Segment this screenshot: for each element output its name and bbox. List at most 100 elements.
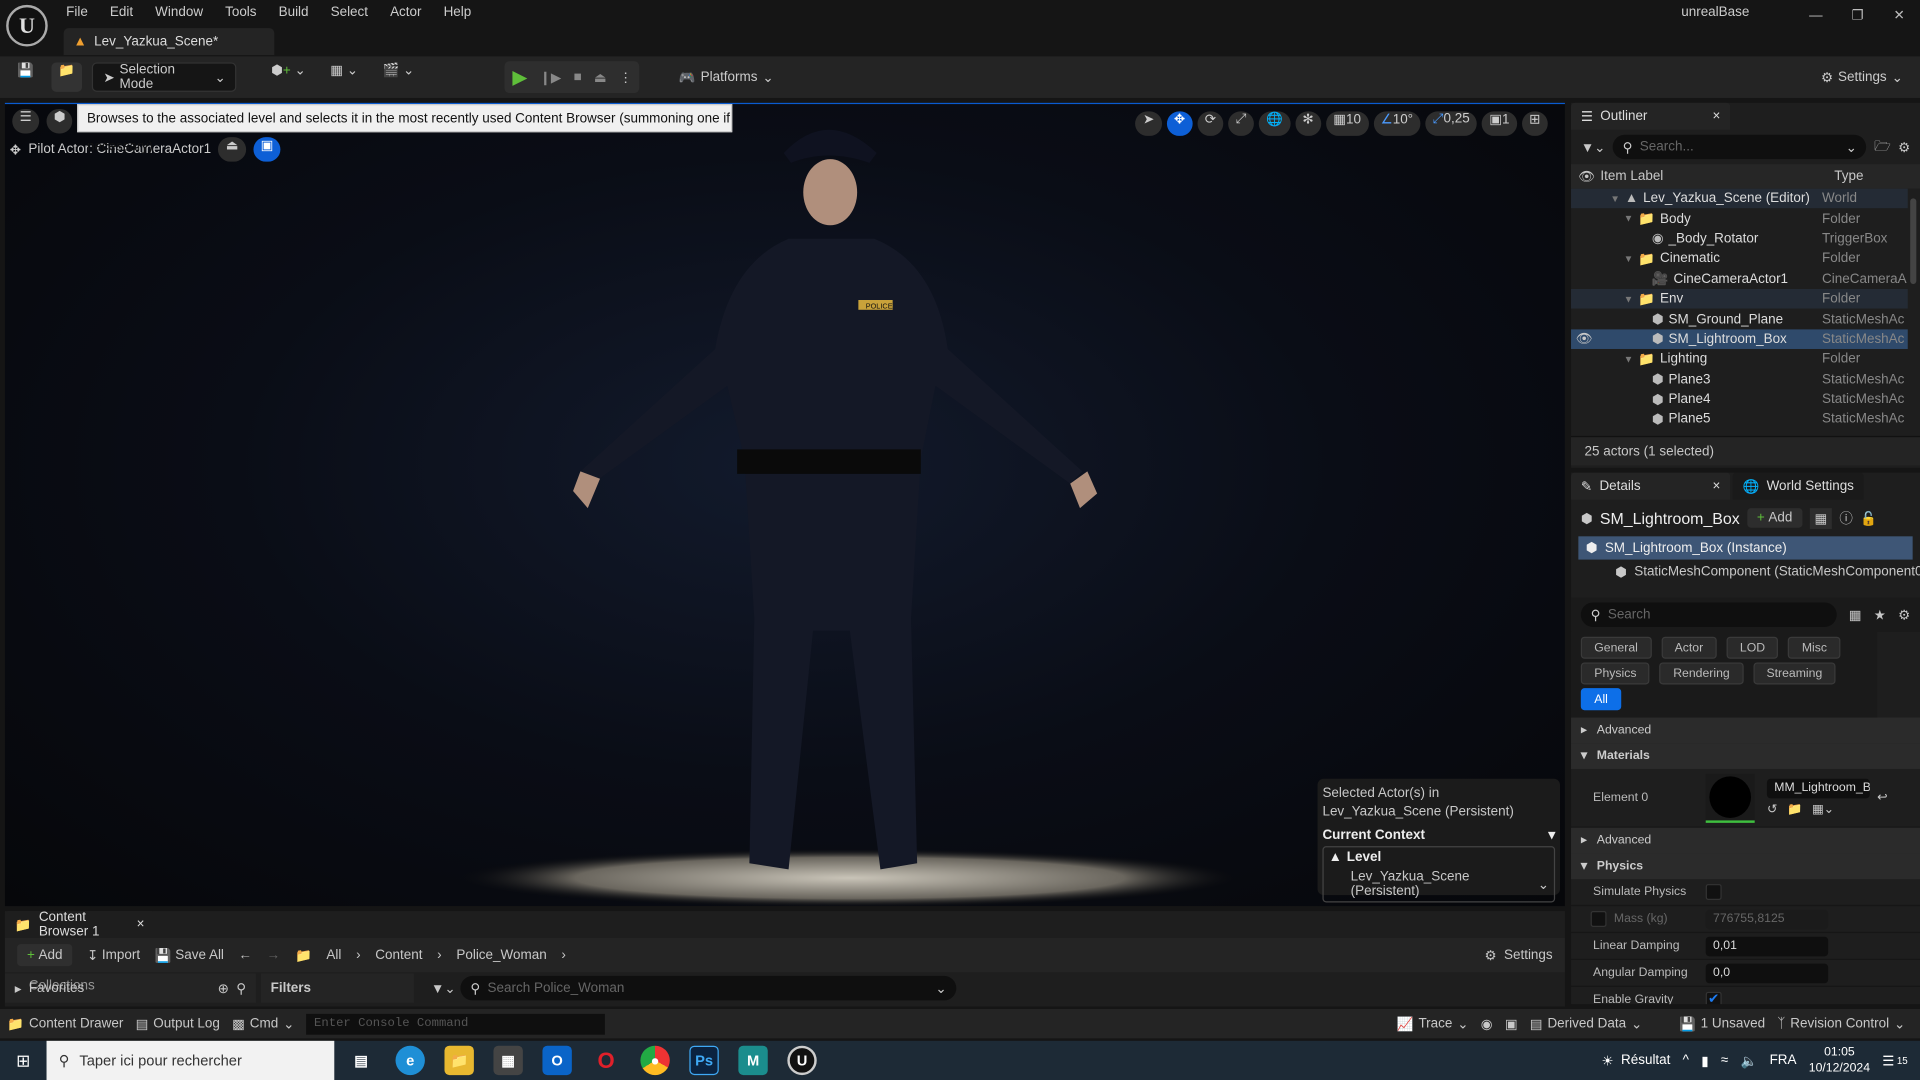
scale-snap-button[interactable]: ⤢0,25	[1425, 111, 1478, 136]
selection-mode-dropdown[interactable]: ➤ Selection Mode ⌄	[92, 62, 237, 92]
windows-start-icon[interactable]: ⊞	[0, 1050, 47, 1071]
hamburger-menu-icon[interactable]: ☰	[12, 108, 40, 134]
category-actor[interactable]: Actor	[1661, 636, 1717, 659]
clock[interactable]: 01:05 10/12/2024	[1809, 1044, 1870, 1076]
favorites-collections[interactable]: ▸ Favorites Collections ⊕ ⚲	[4, 973, 256, 1003]
use-selected-icon[interactable]: ↺	[1767, 803, 1777, 816]
perspective-icon[interactable]: ⬢	[46, 108, 73, 134]
details-search-input[interactable]: ⚲ Search	[1580, 602, 1837, 627]
photoshop-icon[interactable]: Ps	[689, 1045, 719, 1076]
maximize-button[interactable]: ❐	[1837, 0, 1879, 32]
reset-icon[interactable]: ↩	[1877, 791, 1887, 804]
advanced-section[interactable]: ▸ Advanced	[1571, 717, 1920, 744]
breadcrumb-all[interactable]: All	[326, 948, 341, 963]
store-icon[interactable]: ▦	[493, 1045, 523, 1076]
outliner-row[interactable]: 🎥 CineCameraActor1 CineCameraA	[1571, 269, 1908, 289]
step-icon[interactable]: ❙▶	[540, 69, 562, 85]
viewport-layout-icon[interactable]: ⊞	[1521, 111, 1548, 136]
menu-build[interactable]: Build	[268, 0, 320, 24]
component-instance[interactable]: ⬢ SM_Lightroom_Box (Instance)	[1578, 536, 1913, 560]
add-folder-icon[interactable]: 🗁	[1874, 135, 1891, 158]
volume-icon[interactable]: 🔈	[1741, 1052, 1758, 1069]
edge-icon[interactable]: e	[395, 1045, 425, 1076]
back-icon[interactable]: ←	[239, 948, 252, 963]
gear-icon[interactable]: ⚙	[1898, 607, 1910, 623]
filter-icon[interactable]: ▼⌄	[431, 980, 456, 996]
menu-file[interactable]: File	[55, 0, 99, 24]
cinematics-icon[interactable]: 🎬 ⌄	[375, 62, 422, 91]
column-item-label[interactable]: Item Label	[1600, 169, 1834, 184]
add-collection-icon[interactable]: ⊕	[218, 980, 229, 996]
settings-dropdown[interactable]: ⚙ Settings ⌄	[1814, 62, 1911, 91]
category-lod[interactable]: LOD	[1726, 636, 1779, 659]
unsaved-button[interactable]: 💾 1 Unsaved	[1679, 1016, 1765, 1031]
lock-icon[interactable]: 🔓	[1860, 510, 1877, 526]
materials-section[interactable]: ▾ Materials	[1571, 743, 1920, 769]
outliner-row[interactable]: ▼ 📁 Lighting Folder	[1571, 349, 1908, 369]
mass-override-checkbox[interactable]	[1590, 911, 1607, 927]
linear-damping-field[interactable]: 0,01	[1705, 936, 1829, 956]
output-log-button[interactable]: ▤ Output Log	[136, 1016, 220, 1031]
unreal-logo[interactable]: U	[6, 4, 48, 47]
outliner-row[interactable]: 👁 ⬢ SM_Lightroom_Box StaticMeshAc	[1571, 329, 1908, 350]
blueprint-icon[interactable]: ▦ ⌄	[323, 62, 365, 91]
document-tab[interactable]: ▲ Lev_Yazkua_Scene*	[63, 28, 275, 56]
category-physics[interactable]: Physics	[1580, 662, 1650, 685]
category-general[interactable]: General	[1580, 636, 1652, 659]
menu-window[interactable]: Window	[144, 0, 214, 24]
content-settings-button[interactable]: ⚙ Settings	[1485, 947, 1553, 963]
eject-pilot-icon[interactable]: ⏏	[218, 137, 246, 162]
current-context-header[interactable]: Current Context ▾	[1322, 827, 1555, 842]
help-icon[interactable]: ⓘ	[1839, 508, 1852, 528]
surface-snap-icon[interactable]: ✻	[1295, 111, 1322, 136]
menu-select[interactable]: Select	[320, 0, 379, 24]
maya-icon[interactable]: M	[738, 1045, 768, 1076]
menu-tools[interactable]: Tools	[214, 0, 267, 24]
simulate-physics-checkbox[interactable]	[1705, 884, 1722, 901]
scale-tool-icon[interactable]: ⤢	[1228, 111, 1254, 136]
close-tab-icon[interactable]: ×	[137, 917, 145, 932]
column-type[interactable]: Type	[1834, 169, 1920, 184]
weather-widget[interactable]: ☀ Résultat	[1602, 1052, 1671, 1068]
revision-control-dropdown[interactable]: ᛉ Revision Control ⌄	[1777, 1016, 1905, 1031]
category-misc[interactable]: Misc	[1788, 636, 1841, 659]
material-thumbnail[interactable]	[1705, 773, 1755, 823]
table-view-icon[interactable]: ▦	[1849, 607, 1862, 623]
forward-icon[interactable]: →	[267, 948, 280, 963]
outliner-row[interactable]: ⬢ SM_Ground_Plane StaticMeshAc	[1571, 309, 1908, 329]
trace-dropdown[interactable]: 📈 Trace ⌄	[1397, 1016, 1469, 1031]
content-search-input[interactable]: ⚲ Search Police_Woman ⌄	[460, 975, 957, 1001]
save-icon[interactable]: 💾	[10, 62, 41, 91]
record-icon[interactable]: ◉	[1481, 1016, 1493, 1032]
expand-arrow-icon[interactable]: ▼	[1610, 193, 1620, 204]
checker-icon[interactable]: ▦⌄	[1812, 803, 1834, 816]
filter-icon[interactable]: ▼⌄	[1581, 139, 1606, 155]
play-icon[interactable]: ▶	[512, 65, 527, 89]
minimize-button[interactable]: —	[1795, 0, 1837, 32]
visibility-icon[interactable]: 👁	[1571, 331, 1593, 347]
world-settings-tab[interactable]: 🌐 World Settings	[1732, 472, 1864, 500]
outliner-row[interactable]: ⬢ Plane5 StaticMeshAc	[1571, 409, 1908, 429]
star-icon[interactable]: ★	[1874, 607, 1886, 623]
wifi-icon[interactable]: ≈	[1721, 1053, 1728, 1068]
import-button[interactable]: ↧ Import	[87, 947, 140, 963]
browse-level-icon[interactable]: 📁	[51, 62, 83, 92]
details-tab[interactable]: ✎ Details ×	[1571, 472, 1731, 500]
console-input[interactable]: Enter Console Command	[306, 1013, 606, 1035]
expand-arrow-icon[interactable]: ▼	[1624, 213, 1634, 224]
component-static-mesh[interactable]: ⬢ StaticMeshComponent (StaticMeshComponen…	[1578, 560, 1920, 584]
opera-icon[interactable]: O	[591, 1046, 620, 1075]
taskbar-search[interactable]: ⚲ Taper ici pour rechercher	[46, 1040, 335, 1080]
gear-icon[interactable]: ⚙	[1898, 139, 1910, 155]
rotation-snap-button[interactable]: ∠10°	[1373, 111, 1421, 136]
search-icon[interactable]: ⚲	[236, 980, 246, 996]
menu-edit[interactable]: Edit	[99, 0, 144, 24]
add-button[interactable]: + Add	[17, 944, 73, 967]
file-explorer-icon[interactable]: 📁	[444, 1045, 474, 1076]
browse-icon[interactable]: 📁	[1787, 803, 1802, 816]
outliner-row[interactable]: ▼ 📁 Body Folder	[1571, 209, 1908, 229]
outliner-search-input[interactable]: ⚲ Search... ⌄	[1612, 134, 1867, 160]
physics-section[interactable]: ▾ Physics	[1571, 853, 1920, 880]
advanced-section[interactable]: ▸ Advanced	[1571, 827, 1920, 854]
breadcrumb-police-woman[interactable]: Police_Woman	[456, 948, 546, 963]
